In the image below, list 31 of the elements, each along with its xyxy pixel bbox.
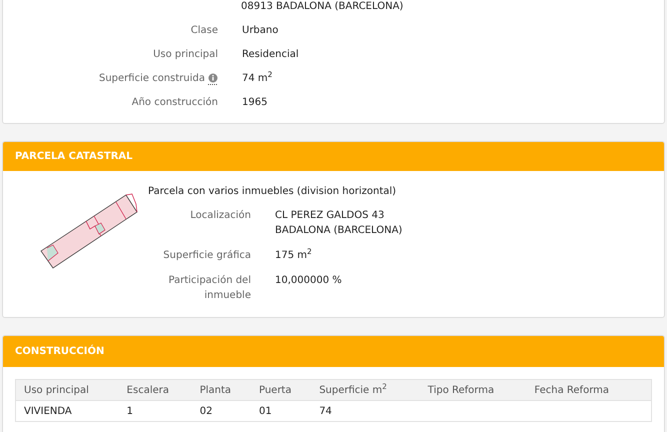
field-label: Uso principal — [153, 48, 218, 62]
field-value: 1965 — [242, 96, 268, 110]
section-title: PARCELA CATASTRAL — [15, 150, 133, 164]
parcel-description: Parcela con varios inmuebles (division horizontal) — [148, 185, 398, 198]
field-label: Clase — [190, 24, 218, 38]
field-value: 10,000000 % — [275, 274, 342, 288]
column-header: Escalera — [126, 384, 170, 398]
field-label: Localización — [189, 209, 251, 223]
field-label: Superficie construida — [99, 72, 205, 86]
field-value: 175 m$^{2}$ — [275, 248, 312, 263]
table-cell: 1 — [126, 406, 134, 416]
table-cell: 74 — [319, 406, 332, 416]
column-header: Uso principal — [24, 384, 90, 398]
column-header: Fecha Reforma — [534, 384, 610, 398]
field-value: Urbano — [242, 24, 278, 38]
field-value: CL PEREZ GALDOS 43 BADALONA (BARCELONA) — [275, 209, 402, 238]
column-header: Tipo Reforma — [428, 384, 496, 398]
table-cell: 02 — [200, 406, 212, 416]
table-cell: 01 — [258, 406, 272, 416]
field-label: Superficie gráfica — [162, 249, 251, 263]
column-header: Puerta — [258, 384, 292, 398]
section-title: CONSTRUCCIÓN — [15, 344, 104, 359]
table-cell: VIVIENDA — [24, 406, 72, 416]
column-header: Planta — [200, 384, 232, 398]
field-value: Residencial — [242, 48, 299, 62]
column-header: Superficie m$^{2}$ — [319, 382, 388, 398]
field-value: 74 m$^{2}$ — [242, 71, 272, 86]
field-label: Año construcción — [132, 96, 218, 110]
info-icon[interactable] — [208, 72, 218, 84]
address-text: 08913 BADALONA (BARCELONA) — [241, 0, 404, 13]
field-label: Participación del inmueble — [168, 274, 251, 303]
